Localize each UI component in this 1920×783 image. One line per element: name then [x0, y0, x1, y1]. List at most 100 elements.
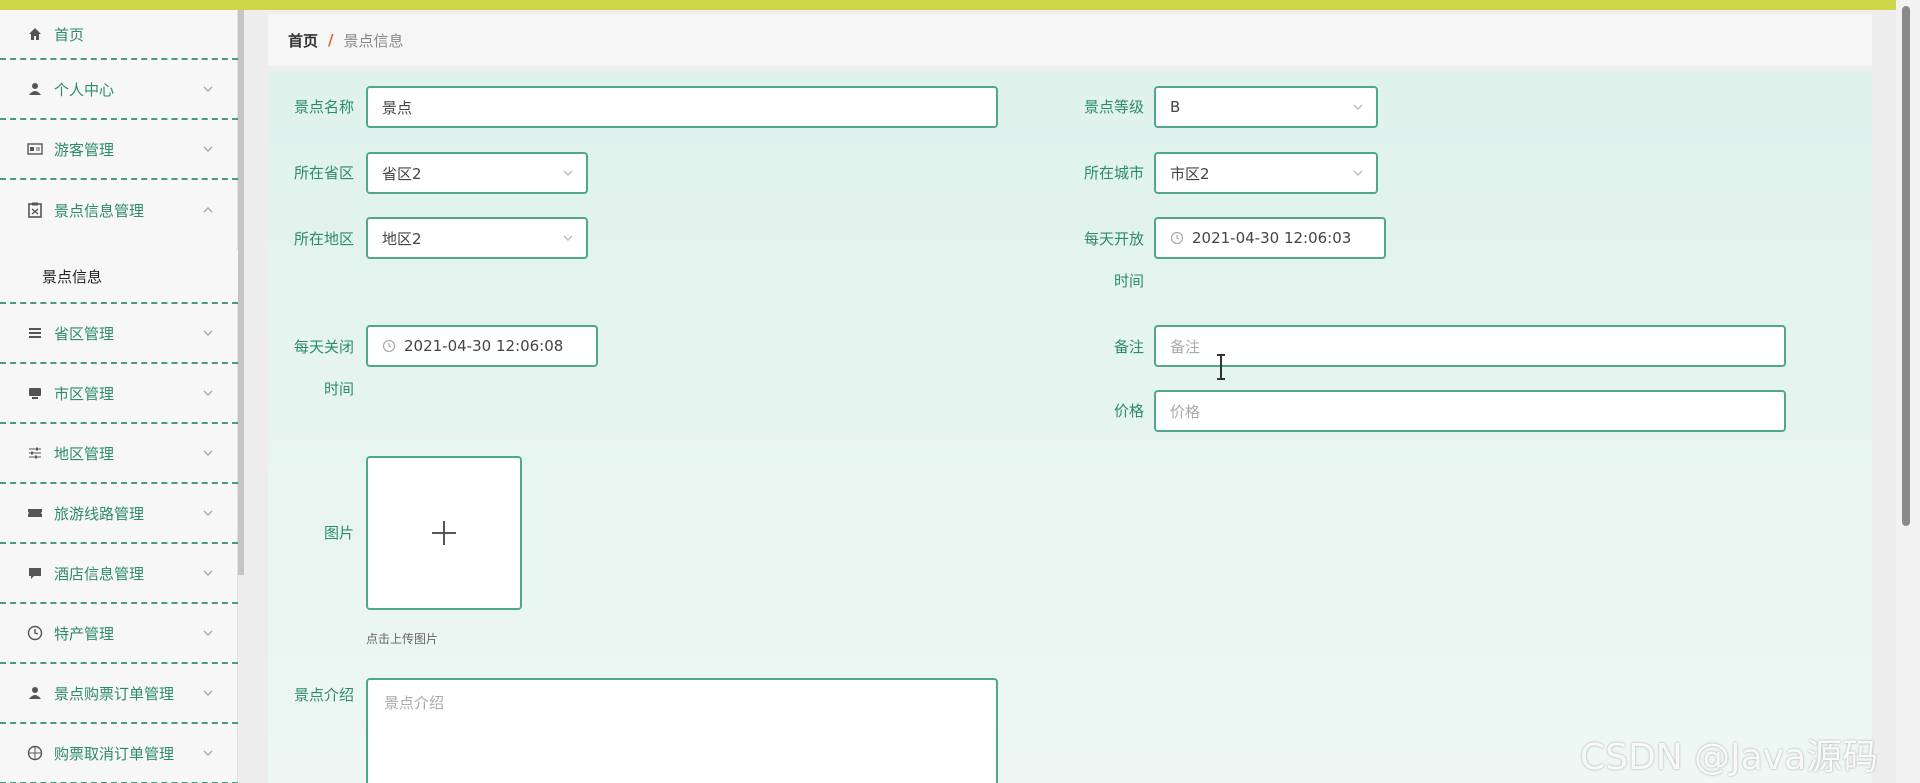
label-province: 所在省区	[293, 164, 354, 182]
chevron-down-icon	[203, 146, 213, 152]
sidebar-item-home[interactable]: 首页	[0, 10, 238, 60]
ticket-icon	[26, 504, 44, 522]
close-time-value: 2021-04-30 12:06:08	[404, 337, 564, 355]
sidebar-item-label: 购票取消订单管理	[54, 744, 175, 763]
label-image: 图片	[323, 524, 354, 542]
scenic-name-input[interactable]: 景点	[366, 86, 998, 128]
sidebar-item-label: 景点信息管理	[54, 201, 145, 220]
sidebar-item-ticket-orders[interactable]: 景点购票订单管理	[0, 664, 238, 724]
sidebar-item-label: 省区管理	[54, 324, 115, 343]
monitor-icon	[26, 384, 44, 402]
scenic-name-value: 景点	[382, 98, 413, 117]
chevron-down-icon	[563, 170, 573, 176]
chevron-down-icon	[203, 750, 213, 756]
sidebar-subitem-label: 景点信息	[42, 267, 103, 286]
label-close-time-2: 时间	[323, 380, 354, 398]
watermark: CSDN @Java源码jdk	[1580, 737, 1879, 783]
sidebar-item-personal-center[interactable]: 个人中心	[0, 60, 238, 120]
top-accent-bar	[0, 0, 1920, 10]
id-card-icon	[26, 140, 44, 158]
page-scrollbar-thumb[interactable]	[1902, 6, 1910, 526]
price-placeholder: 价格	[1170, 402, 1201, 421]
chevron-down-icon	[203, 330, 213, 336]
price-input[interactable]: 价格	[1154, 390, 1786, 432]
open-time-value: 2021-04-30 12:06:03	[1192, 229, 1352, 247]
user-icon	[26, 80, 44, 98]
chevron-down-icon	[203, 390, 213, 396]
label-remark: 备注	[1113, 338, 1144, 356]
close-time-picker[interactable]: 2021-04-30 12:06:08	[366, 325, 598, 367]
open-time-picker[interactable]: 2021-04-30 12:06:03	[1154, 217, 1386, 259]
sidebar-item-label: 酒店信息管理	[54, 564, 145, 583]
breadcrumb-home[interactable]: 首页	[288, 30, 318, 51]
sidebar-item-label: 特产管理	[54, 624, 115, 643]
sidebar-item-cities[interactable]: 市区管理	[0, 364, 238, 424]
clipboard-icon	[26, 201, 44, 219]
sidebar-item-scenic-info[interactable]: 景点信息管理	[0, 180, 238, 240]
chevron-down-icon	[203, 690, 213, 696]
sidebar-item-provinces[interactable]: 省区管理	[0, 304, 238, 364]
breadcrumb-separator: /	[328, 31, 334, 49]
image-upload-box[interactable]	[366, 456, 522, 610]
sidebar-item-label: 市区管理	[54, 384, 115, 403]
plus-icon	[432, 521, 456, 545]
chevron-down-icon	[203, 510, 213, 516]
remark-input[interactable]: 备注	[1154, 325, 1786, 367]
sidebar-subitem-scenic-info[interactable]: 景点信息	[0, 250, 238, 304]
sidebar-item-label: 首页	[54, 25, 85, 44]
page-scrollbar[interactable]	[1896, 0, 1920, 783]
clock-icon	[382, 339, 396, 353]
label-scenic-name: 景点名称	[293, 98, 354, 116]
user-icon	[26, 684, 44, 702]
intro-textarea[interactable]: 景点介绍	[366, 678, 998, 783]
chevron-down-icon	[203, 630, 213, 636]
sidebar: 首页 个人中心 游客管理 景点信息管理 景点信息 省区管理 市区管理 地区管理 …	[0, 10, 238, 783]
sidebar-scrollbar[interactable]	[238, 10, 244, 575]
breadcrumb-current: 景点信息	[343, 31, 404, 50]
sidebar-item-districts[interactable]: 地区管理	[0, 424, 238, 484]
label-scenic-level: 景点等级	[1083, 98, 1144, 116]
breadcrumb: 首页 / 景点信息	[268, 14, 1872, 66]
sidebar-item-cancelled-orders[interactable]: 购票取消订单管理	[0, 724, 238, 783]
remark-placeholder: 备注	[1170, 337, 1201, 356]
chevron-down-icon	[563, 235, 573, 241]
city-select[interactable]: 市区2	[1154, 152, 1378, 194]
sidebar-item-visitors[interactable]: 游客管理	[0, 120, 238, 180]
chevron-down-icon	[1353, 104, 1363, 110]
sidebar-item-label: 个人中心	[54, 80, 115, 99]
chevron-down-icon	[203, 450, 213, 456]
sidebar-item-hotels[interactable]: 酒店信息管理	[0, 544, 238, 604]
target-icon	[26, 744, 44, 762]
home-icon	[26, 25, 44, 43]
label-open-time-2: 时间	[1113, 272, 1144, 290]
scenic-level-value: B	[1170, 98, 1181, 116]
district-value: 地区2	[382, 229, 422, 248]
province-select[interactable]: 省区2	[366, 152, 588, 194]
chevron-up-icon	[203, 207, 213, 213]
clock-icon	[26, 624, 44, 642]
district-select[interactable]: 地区2	[366, 217, 588, 259]
label-city: 所在城市	[1083, 164, 1144, 182]
label-price: 价格	[1113, 402, 1144, 420]
chevron-down-icon	[203, 570, 213, 576]
label-intro: 景点介绍	[293, 686, 354, 704]
upload-tip: 点击上传图片	[366, 632, 439, 646]
scenic-level-select[interactable]: B	[1154, 86, 1378, 128]
clock-icon	[1170, 231, 1184, 245]
sidebar-item-routes[interactable]: 旅游线路管理	[0, 484, 238, 544]
sidebar-item-label: 地区管理	[54, 444, 115, 463]
chat-icon	[26, 564, 44, 582]
label-district: 所在地区	[293, 230, 354, 248]
sidebar-item-label: 景点购票订单管理	[54, 684, 175, 703]
text-cursor-icon	[1217, 354, 1225, 380]
sidebar-item-label: 游客管理	[54, 140, 115, 159]
list-icon	[26, 324, 44, 342]
sliders-icon	[26, 444, 44, 462]
chevron-down-icon	[1353, 170, 1363, 176]
label-open-time-1: 每天开放	[1083, 230, 1144, 248]
intro-placeholder: 景点介绍	[384, 694, 445, 712]
chevron-down-icon	[203, 86, 213, 92]
province-value: 省区2	[382, 164, 422, 183]
sidebar-item-specialties[interactable]: 特产管理	[0, 604, 238, 664]
sidebar-item-label: 旅游线路管理	[54, 504, 145, 523]
